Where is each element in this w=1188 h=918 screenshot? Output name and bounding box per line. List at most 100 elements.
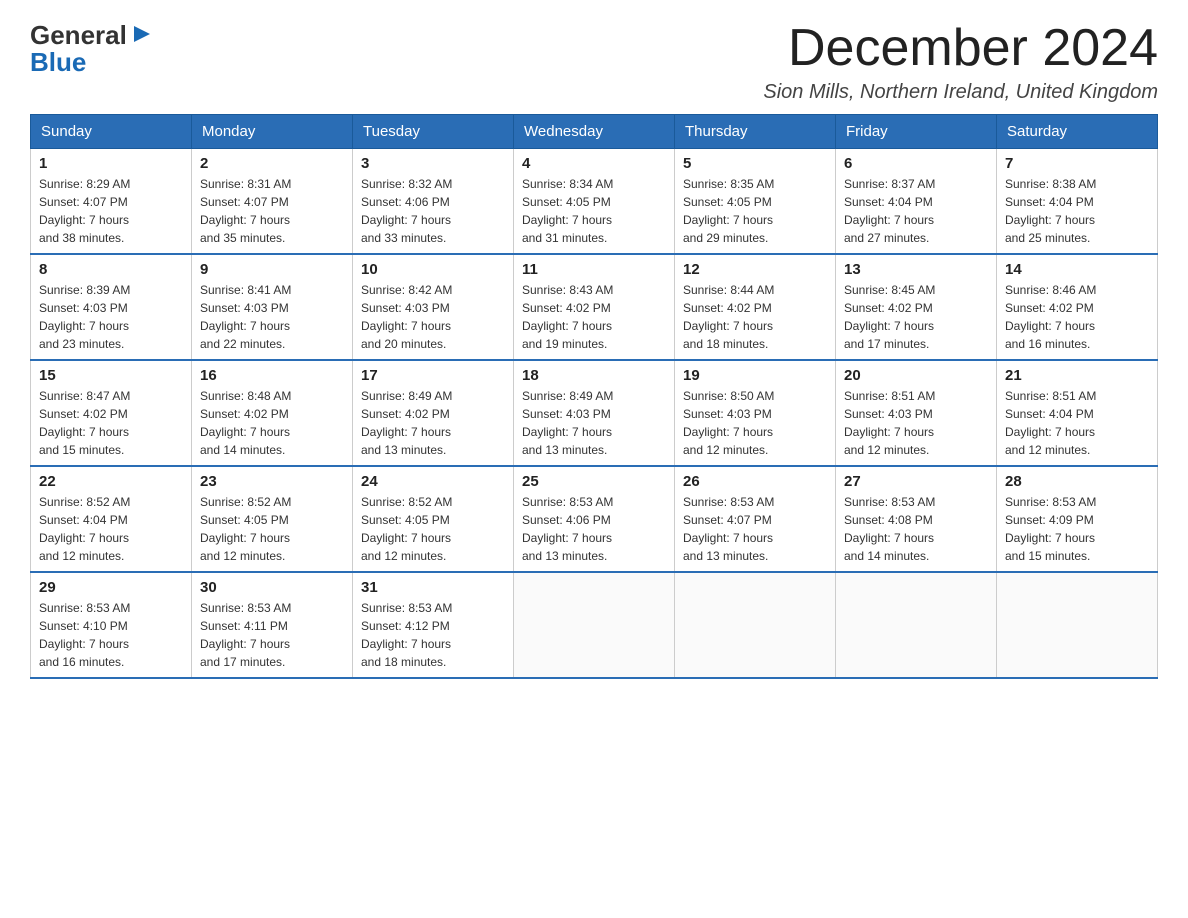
day-cell-17: 17 Sunrise: 8:49 AM Sunset: 4:02 PM Dayl… bbox=[353, 360, 514, 466]
day-number-24: 24 bbox=[361, 473, 505, 490]
day-info-28: Sunrise: 8:53 AM Sunset: 4:09 PM Dayligh… bbox=[1005, 493, 1149, 565]
day-cell-4: 4 Sunrise: 8:34 AM Sunset: 4:05 PM Dayli… bbox=[514, 149, 675, 255]
day-cell-14: 14 Sunrise: 8:46 AM Sunset: 4:02 PM Dayl… bbox=[997, 254, 1158, 360]
empty-cell-w5-d5 bbox=[675, 572, 836, 678]
day-cell-15: 15 Sunrise: 8:47 AM Sunset: 4:02 PM Dayl… bbox=[31, 360, 192, 466]
day-number-29: 29 bbox=[39, 579, 183, 596]
day-info-20: Sunrise: 8:51 AM Sunset: 4:03 PM Dayligh… bbox=[844, 387, 988, 459]
day-number-26: 26 bbox=[683, 473, 827, 490]
week-row-2: 8 Sunrise: 8:39 AM Sunset: 4:03 PM Dayli… bbox=[31, 254, 1158, 360]
day-cell-1: 1 Sunrise: 8:29 AM Sunset: 4:07 PM Dayli… bbox=[31, 149, 192, 255]
day-info-15: Sunrise: 8:47 AM Sunset: 4:02 PM Dayligh… bbox=[39, 387, 183, 459]
day-info-19: Sunrise: 8:50 AM Sunset: 4:03 PM Dayligh… bbox=[683, 387, 827, 459]
day-number-30: 30 bbox=[200, 579, 344, 596]
day-cell-9: 9 Sunrise: 8:41 AM Sunset: 4:03 PM Dayli… bbox=[192, 254, 353, 360]
day-info-16: Sunrise: 8:48 AM Sunset: 4:02 PM Dayligh… bbox=[200, 387, 344, 459]
location-text: Sion Mills, Northern Ireland, United Kin… bbox=[763, 81, 1158, 104]
day-info-31: Sunrise: 8:53 AM Sunset: 4:12 PM Dayligh… bbox=[361, 599, 505, 671]
day-info-14: Sunrise: 8:46 AM Sunset: 4:02 PM Dayligh… bbox=[1005, 281, 1149, 353]
day-cell-5: 5 Sunrise: 8:35 AM Sunset: 4:05 PM Dayli… bbox=[675, 149, 836, 255]
day-number-1: 1 bbox=[39, 155, 183, 172]
day-cell-12: 12 Sunrise: 8:44 AM Sunset: 4:02 PM Dayl… bbox=[675, 254, 836, 360]
logo-blue-text: Blue bbox=[30, 47, 86, 78]
day-cell-25: 25 Sunrise: 8:53 AM Sunset: 4:06 PM Dayl… bbox=[514, 466, 675, 572]
week-row-5: 29 Sunrise: 8:53 AM Sunset: 4:10 PM Dayl… bbox=[31, 572, 1158, 678]
week-row-3: 15 Sunrise: 8:47 AM Sunset: 4:02 PM Dayl… bbox=[31, 360, 1158, 466]
day-info-24: Sunrise: 8:52 AM Sunset: 4:05 PM Dayligh… bbox=[361, 493, 505, 565]
week-row-4: 22 Sunrise: 8:52 AM Sunset: 4:04 PM Dayl… bbox=[31, 466, 1158, 572]
day-number-25: 25 bbox=[522, 473, 666, 490]
col-wednesday: Wednesday bbox=[514, 115, 675, 149]
day-cell-2: 2 Sunrise: 8:31 AM Sunset: 4:07 PM Dayli… bbox=[192, 149, 353, 255]
day-cell-8: 8 Sunrise: 8:39 AM Sunset: 4:03 PM Dayli… bbox=[31, 254, 192, 360]
day-cell-26: 26 Sunrise: 8:53 AM Sunset: 4:07 PM Dayl… bbox=[675, 466, 836, 572]
empty-cell-w5-d7 bbox=[997, 572, 1158, 678]
day-number-17: 17 bbox=[361, 367, 505, 384]
day-cell-29: 29 Sunrise: 8:53 AM Sunset: 4:10 PM Dayl… bbox=[31, 572, 192, 678]
day-info-5: Sunrise: 8:35 AM Sunset: 4:05 PM Dayligh… bbox=[683, 175, 827, 247]
col-monday: Monday bbox=[192, 115, 353, 149]
day-cell-3: 3 Sunrise: 8:32 AM Sunset: 4:06 PM Dayli… bbox=[353, 149, 514, 255]
empty-cell-w5-d4 bbox=[514, 572, 675, 678]
day-number-11: 11 bbox=[522, 261, 666, 278]
day-number-23: 23 bbox=[200, 473, 344, 490]
day-info-8: Sunrise: 8:39 AM Sunset: 4:03 PM Dayligh… bbox=[39, 281, 183, 353]
day-info-1: Sunrise: 8:29 AM Sunset: 4:07 PM Dayligh… bbox=[39, 175, 183, 247]
day-info-7: Sunrise: 8:38 AM Sunset: 4:04 PM Dayligh… bbox=[1005, 175, 1149, 247]
day-number-5: 5 bbox=[683, 155, 827, 172]
day-number-16: 16 bbox=[200, 367, 344, 384]
day-info-30: Sunrise: 8:53 AM Sunset: 4:11 PM Dayligh… bbox=[200, 599, 344, 671]
day-number-19: 19 bbox=[683, 367, 827, 384]
day-cell-23: 23 Sunrise: 8:52 AM Sunset: 4:05 PM Dayl… bbox=[192, 466, 353, 572]
col-tuesday: Tuesday bbox=[353, 115, 514, 149]
day-number-8: 8 bbox=[39, 261, 183, 278]
day-number-18: 18 bbox=[522, 367, 666, 384]
day-info-4: Sunrise: 8:34 AM Sunset: 4:05 PM Dayligh… bbox=[522, 175, 666, 247]
day-info-3: Sunrise: 8:32 AM Sunset: 4:06 PM Dayligh… bbox=[361, 175, 505, 247]
day-cell-13: 13 Sunrise: 8:45 AM Sunset: 4:02 PM Dayl… bbox=[836, 254, 997, 360]
day-info-23: Sunrise: 8:52 AM Sunset: 4:05 PM Dayligh… bbox=[200, 493, 344, 565]
col-thursday: Thursday bbox=[675, 115, 836, 149]
day-number-10: 10 bbox=[361, 261, 505, 278]
day-cell-22: 22 Sunrise: 8:52 AM Sunset: 4:04 PM Dayl… bbox=[31, 466, 192, 572]
empty-cell-w5-d6 bbox=[836, 572, 997, 678]
day-info-22: Sunrise: 8:52 AM Sunset: 4:04 PM Dayligh… bbox=[39, 493, 183, 565]
day-cell-20: 20 Sunrise: 8:51 AM Sunset: 4:03 PM Dayl… bbox=[836, 360, 997, 466]
day-info-12: Sunrise: 8:44 AM Sunset: 4:02 PM Dayligh… bbox=[683, 281, 827, 353]
day-info-17: Sunrise: 8:49 AM Sunset: 4:02 PM Dayligh… bbox=[361, 387, 505, 459]
col-friday: Friday bbox=[836, 115, 997, 149]
day-info-27: Sunrise: 8:53 AM Sunset: 4:08 PM Dayligh… bbox=[844, 493, 988, 565]
day-number-31: 31 bbox=[361, 579, 505, 596]
day-cell-30: 30 Sunrise: 8:53 AM Sunset: 4:11 PM Dayl… bbox=[192, 572, 353, 678]
page-header: General Blue December 2024 Sion Mills, N… bbox=[30, 20, 1158, 104]
day-info-26: Sunrise: 8:53 AM Sunset: 4:07 PM Dayligh… bbox=[683, 493, 827, 565]
day-number-6: 6 bbox=[844, 155, 988, 172]
day-number-28: 28 bbox=[1005, 473, 1149, 490]
day-cell-21: 21 Sunrise: 8:51 AM Sunset: 4:04 PM Dayl… bbox=[997, 360, 1158, 466]
day-number-9: 9 bbox=[200, 261, 344, 278]
col-sunday: Sunday bbox=[31, 115, 192, 149]
day-cell-27: 27 Sunrise: 8:53 AM Sunset: 4:08 PM Dayl… bbox=[836, 466, 997, 572]
day-number-14: 14 bbox=[1005, 261, 1149, 278]
day-number-22: 22 bbox=[39, 473, 183, 490]
day-number-3: 3 bbox=[361, 155, 505, 172]
logo-arrow-icon bbox=[130, 23, 152, 50]
day-cell-7: 7 Sunrise: 8:38 AM Sunset: 4:04 PM Dayli… bbox=[997, 149, 1158, 255]
week-row-1: 1 Sunrise: 8:29 AM Sunset: 4:07 PM Dayli… bbox=[31, 149, 1158, 255]
col-saturday: Saturday bbox=[997, 115, 1158, 149]
day-info-21: Sunrise: 8:51 AM Sunset: 4:04 PM Dayligh… bbox=[1005, 387, 1149, 459]
day-cell-28: 28 Sunrise: 8:53 AM Sunset: 4:09 PM Dayl… bbox=[997, 466, 1158, 572]
day-number-13: 13 bbox=[844, 261, 988, 278]
day-info-6: Sunrise: 8:37 AM Sunset: 4:04 PM Dayligh… bbox=[844, 175, 988, 247]
day-number-2: 2 bbox=[200, 155, 344, 172]
day-info-10: Sunrise: 8:42 AM Sunset: 4:03 PM Dayligh… bbox=[361, 281, 505, 353]
day-cell-6: 6 Sunrise: 8:37 AM Sunset: 4:04 PM Dayli… bbox=[836, 149, 997, 255]
day-info-2: Sunrise: 8:31 AM Sunset: 4:07 PM Dayligh… bbox=[200, 175, 344, 247]
day-number-4: 4 bbox=[522, 155, 666, 172]
calendar-header-row: Sunday Monday Tuesday Wednesday Thursday… bbox=[31, 115, 1158, 149]
day-number-21: 21 bbox=[1005, 367, 1149, 384]
day-info-29: Sunrise: 8:53 AM Sunset: 4:10 PM Dayligh… bbox=[39, 599, 183, 671]
day-number-15: 15 bbox=[39, 367, 183, 384]
month-title: December 2024 bbox=[763, 20, 1158, 77]
day-info-25: Sunrise: 8:53 AM Sunset: 4:06 PM Dayligh… bbox=[522, 493, 666, 565]
